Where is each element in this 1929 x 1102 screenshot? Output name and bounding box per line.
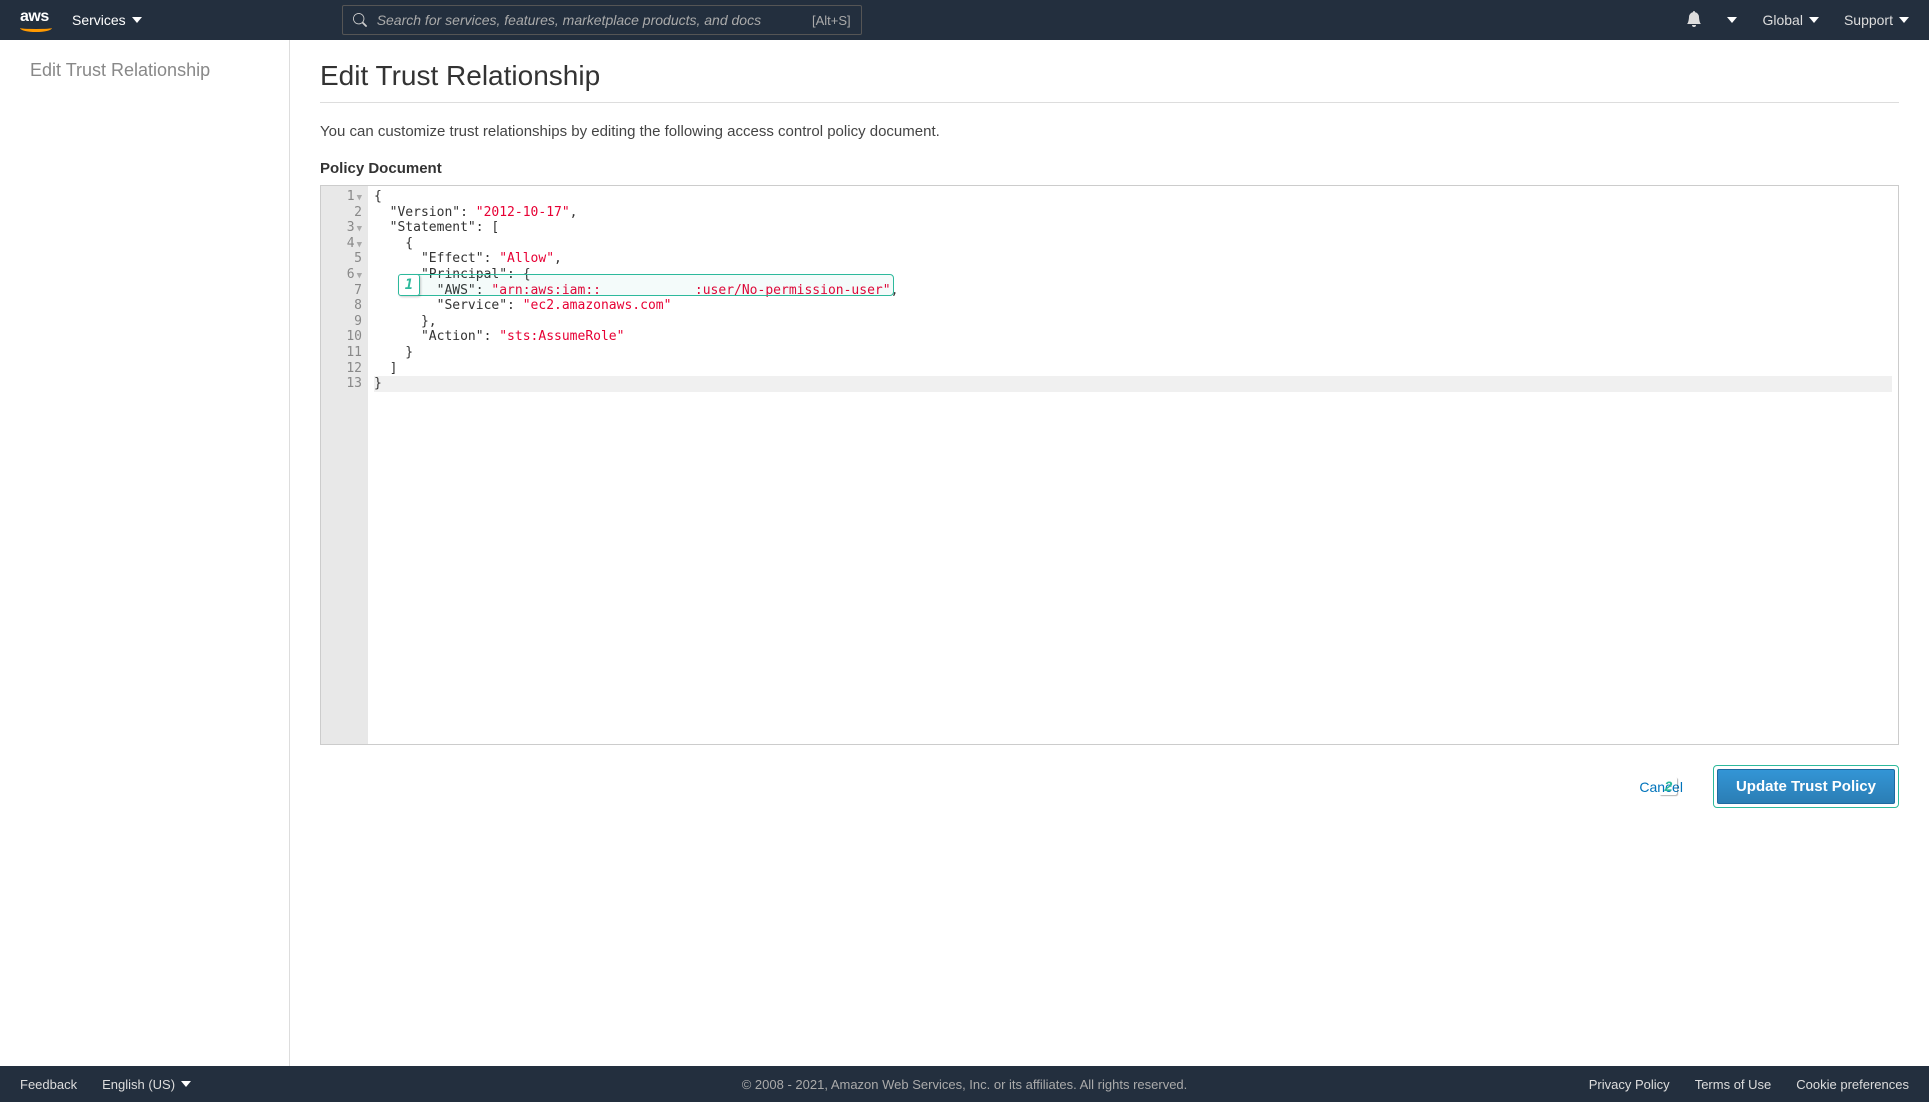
region-menu[interactable]: Global: [1762, 12, 1818, 28]
code-line: "Service": "ec2.amazonaws.com": [374, 298, 1892, 314]
region-label: Global: [1762, 12, 1802, 28]
footer-left: Feedback English (US): [20, 1077, 191, 1092]
caret-down-icon: [1899, 17, 1909, 23]
code-line: "Version": "2012-10-17",: [374, 205, 1892, 221]
line-number: 12: [346, 361, 362, 376]
code-line: }: [374, 345, 1892, 361]
main-container: Edit Trust Relationship Edit Trust Relat…: [0, 40, 1929, 1066]
update-button-highlight: Update Trust Policy: [1713, 765, 1899, 808]
line-number: 1: [347, 189, 355, 204]
code-line: "Effect": "Allow",: [374, 251, 1892, 267]
account-menu[interactable]: [1727, 17, 1737, 23]
code-line: },: [374, 314, 1892, 330]
line-number: 11: [346, 345, 362, 360]
services-menu[interactable]: Services: [72, 12, 142, 28]
line-number: 5: [354, 251, 362, 266]
sidebar: Edit Trust Relationship: [0, 40, 290, 1066]
cancel-button[interactable]: Cancel 2: [1629, 769, 1693, 805]
page-title: Edit Trust Relationship: [320, 60, 1899, 103]
line-number: 6: [347, 267, 355, 282]
update-trust-policy-button[interactable]: Update Trust Policy: [1717, 769, 1895, 804]
code-line: "Statement": [: [374, 220, 1892, 236]
cookies-link[interactable]: Cookie preferences: [1796, 1077, 1909, 1092]
language-label: English (US): [102, 1077, 175, 1092]
top-nav: aws Services [Alt+S] Global Support: [0, 0, 1929, 40]
line-number: 3: [347, 220, 355, 235]
terms-link[interactable]: Terms of Use: [1695, 1077, 1772, 1092]
support-menu[interactable]: Support: [1844, 12, 1909, 28]
code-gutter: 1▼ 2 3▼ 4▼ 5 6▼ 7 8 9 10 11 12 13: [321, 186, 368, 744]
section-label: Policy Document: [320, 160, 1899, 177]
code-line: ]: [374, 361, 1892, 377]
sidebar-title: Edit Trust Relationship: [30, 60, 259, 81]
language-selector[interactable]: English (US): [102, 1077, 191, 1092]
code-editor[interactable]: 1▼ 2 3▼ 4▼ 5 6▼ 7 8 9 10 11 12 13 1 { "V…: [320, 185, 1899, 745]
caret-down-icon: [1727, 17, 1737, 23]
line-number: 8: [354, 298, 362, 313]
aws-logo[interactable]: aws: [20, 8, 52, 32]
code-line: "Action": "sts:AssumeRole": [374, 329, 1892, 345]
notifications-icon[interactable]: [1686, 11, 1702, 30]
code-line: {: [374, 236, 1892, 252]
fold-icon[interactable]: ▼: [357, 224, 362, 234]
page-description: You can customize trust relationships by…: [320, 123, 1899, 140]
caret-down-icon: [181, 1081, 191, 1087]
line-number: 4: [347, 236, 355, 251]
support-label: Support: [1844, 12, 1893, 28]
annotation-callout-1: 1: [398, 274, 420, 296]
code-area[interactable]: 1 { "Version": "2012-10-17", "Statement"…: [368, 186, 1898, 744]
search-shortcut: [Alt+S]: [812, 13, 851, 28]
line-number: 2: [354, 205, 362, 220]
footer-copyright: © 2008 - 2021, Amazon Web Services, Inc.…: [742, 1077, 1188, 1092]
fold-icon[interactable]: ▼: [357, 240, 362, 250]
nav-right: Global Support: [1686, 11, 1909, 30]
search-icon: [353, 13, 367, 27]
annotation-highlight-1: [414, 274, 894, 296]
search-input[interactable]: [377, 12, 802, 28]
caret-down-icon: [1809, 17, 1819, 23]
line-number: 9: [354, 314, 362, 329]
privacy-link[interactable]: Privacy Policy: [1589, 1077, 1670, 1092]
aws-logo-text: aws: [20, 8, 52, 26]
content: Edit Trust Relationship You can customiz…: [290, 40, 1929, 1066]
search-container[interactable]: [Alt+S]: [342, 5, 862, 35]
code-line: {: [374, 189, 1892, 205]
fold-icon[interactable]: ▼: [357, 193, 362, 203]
caret-down-icon: [132, 17, 142, 23]
fold-icon[interactable]: ▼: [357, 271, 362, 281]
code-line-active: }: [374, 376, 1892, 392]
feedback-link[interactable]: Feedback: [20, 1077, 77, 1092]
line-number: 10: [346, 329, 362, 344]
services-label: Services: [72, 12, 126, 28]
footer: Feedback English (US) © 2008 - 2021, Ama…: [0, 1066, 1929, 1102]
footer-right: Privacy Policy Terms of Use Cookie prefe…: [1589, 1077, 1909, 1092]
button-row: Cancel 2 Update Trust Policy: [320, 765, 1899, 808]
line-number: 13: [346, 376, 362, 391]
line-number: 7: [354, 283, 362, 298]
annotation-callout-2: 2: [1659, 777, 1677, 795]
